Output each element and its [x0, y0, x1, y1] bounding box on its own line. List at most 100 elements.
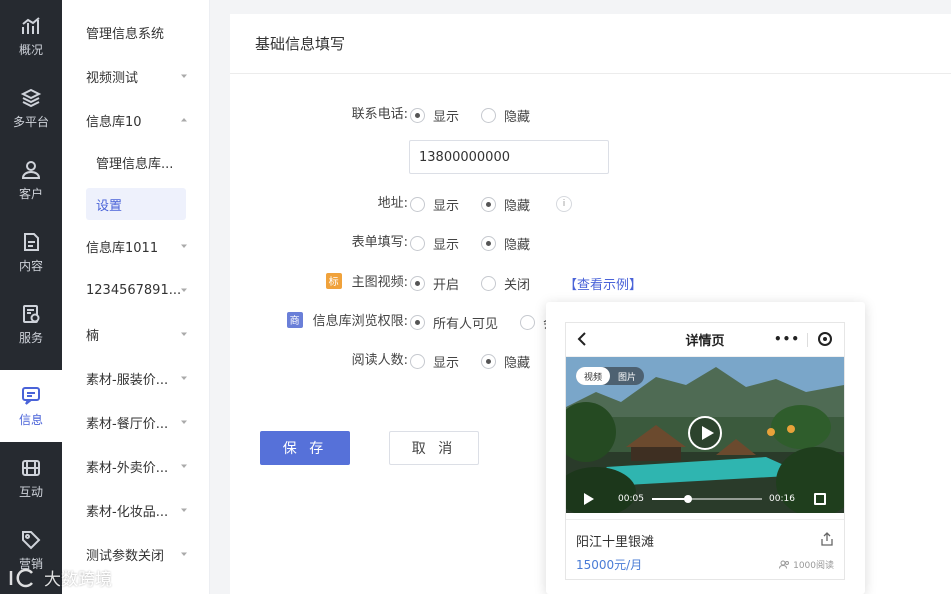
radio-label: 隐藏 — [504, 198, 531, 214]
chevron-down-icon — [181, 244, 187, 248]
subnav-item[interactable]: 信息库10 — [86, 104, 191, 136]
radio-dot — [520, 314, 536, 330]
subnav-item[interactable]: 1234567891... — [86, 274, 191, 306]
info-icon[interactable]: i — [556, 196, 573, 212]
readers-hide-radio[interactable]: 隐藏 — [481, 352, 530, 371]
chevron-down-icon — [181, 288, 187, 292]
radio-dot — [481, 235, 497, 251]
video-player[interactable]: 视频 图片 00:05 00:16 — [566, 357, 844, 513]
address-hide-radio[interactable]: 隐藏 — [481, 195, 530, 214]
subnav-label: 测试参数关闭 — [86, 548, 165, 564]
chevron-down-icon — [181, 332, 187, 336]
tab-image[interactable]: 图片 — [610, 367, 644, 385]
subnav-item[interactable]: 素材-外卖价... — [86, 450, 191, 482]
address-show-radio[interactable]: 显示 — [410, 195, 459, 214]
subnav-label: 1234567891... — [86, 282, 182, 298]
watermark-text: 大数跨境 — [44, 570, 112, 590]
chevron-down-icon — [181, 464, 187, 468]
chevron-down-icon — [181, 376, 187, 380]
subnav-item[interactable]: 信息库1011 — [86, 230, 191, 262]
video-off-radio[interactable]: 关闭 — [481, 274, 530, 293]
share-icon[interactable] — [820, 532, 834, 546]
radio-label: 显示 — [433, 355, 460, 371]
phone-input[interactable]: 13800000000 — [409, 140, 609, 174]
time-total: 00:16 — [769, 494, 795, 504]
subnav-label: 信息库1011 — [86, 240, 159, 256]
play-icon[interactable] — [688, 416, 722, 450]
subnav-item[interactable]: 素材-化妆品... — [86, 494, 191, 526]
radio-label: 隐藏 — [504, 237, 531, 253]
rail-item-multiplatform[interactable]: 多平台 — [0, 72, 62, 144]
rail-item-overview[interactable]: 概况 — [0, 0, 62, 72]
radio-dot — [410, 235, 425, 251]
video-on-radio[interactable]: 开启 — [410, 274, 459, 293]
address-row: 地址: 显示 隐藏 i — [230, 192, 951, 216]
play-small-icon[interactable] — [584, 493, 594, 505]
main-rail: 概况 多平台 客户 内容 服务 信息 互动 营销 — [0, 0, 62, 594]
listing-card: 阳江十里银滩 15000元/月 1000阅读 — [566, 519, 844, 579]
form-hide-radio[interactable]: 隐藏 — [481, 234, 530, 253]
rail-label: 内容 — [18, 258, 43, 273]
rail-label: 互动 — [18, 484, 43, 499]
interact-icon — [22, 459, 40, 476]
chevron-up-icon — [181, 118, 187, 122]
rail-item-content[interactable]: 内容 — [0, 216, 62, 288]
subnav-item[interactable]: 素材-餐厅价... — [86, 406, 191, 438]
view-example-link[interactable]: 【查看示例】 — [564, 274, 642, 293]
progress-knob[interactable] — [684, 495, 693, 503]
subnav-item[interactable]: 楠 — [86, 318, 191, 350]
back-icon[interactable] — [576, 331, 588, 347]
phone-show-radio[interactable]: 显示 — [410, 106, 459, 125]
chevron-down-icon — [181, 508, 187, 512]
user-icon — [21, 160, 41, 179]
listing-price: 15000元/月 — [576, 558, 643, 572]
close-target-icon[interactable] — [818, 332, 832, 346]
subnav-item[interactable]: 视频测试 — [86, 60, 191, 92]
radio-dot — [481, 196, 497, 212]
rail-item-service[interactable]: 服务 — [0, 288, 62, 360]
subnav-item[interactable]: 管理信息系统 — [86, 16, 191, 48]
radio-dot — [410, 107, 425, 123]
panel-title: 基础信息填写 — [230, 14, 951, 74]
subnav-child-settings[interactable]: 设置 — [86, 188, 186, 220]
media-tab-switch[interactable]: 视频 图片 — [576, 367, 645, 385]
radio-dot — [410, 314, 425, 330]
progress-track[interactable] — [652, 495, 762, 503]
subnav-child-manage[interactable]: 管理信息库... — [86, 146, 186, 178]
chevron-down-icon — [181, 552, 187, 556]
readers-show-radio[interactable]: 显示 — [410, 352, 459, 371]
permission-all-radio[interactable]: 所有人可见 — [410, 313, 498, 332]
rail-item-interact[interactable]: 互动 — [0, 442, 62, 514]
form-row: 表单填写: 显示 隐藏 — [230, 231, 951, 255]
phone-hide-radio[interactable]: 隐藏 — [481, 106, 530, 125]
layers-icon — [20, 88, 42, 107]
phone-nav-bar: 详情页 ••• — [566, 323, 844, 357]
subnav-label: 素材-餐厅价... — [86, 416, 169, 432]
rail-item-customer[interactable]: 客户 — [0, 144, 62, 216]
tag-icon — [22, 530, 41, 549]
divider — [807, 333, 808, 347]
tab-video[interactable]: 视频 — [576, 367, 611, 385]
sub-navigation: 管理信息系统 视频测试 信息库10 管理信息库... 设置 信息库1011 12… — [62, 0, 210, 594]
rail-label: 客户 — [18, 186, 43, 201]
badge-icon: 标 — [325, 272, 342, 289]
fullscreen-icon[interactable] — [814, 493, 826, 505]
more-icon[interactable]: ••• — [774, 332, 800, 346]
radio-dot — [410, 275, 425, 291]
permission-label: 信息库浏览权限: — [312, 314, 408, 329]
cancel-button[interactable]: 取 消 — [389, 431, 479, 465]
radio-label: 关闭 — [504, 277, 531, 293]
chart-icon — [22, 16, 40, 34]
subnav-child-label: 管理信息库... — [96, 156, 174, 172]
radio-label: 所有人可见 — [433, 316, 499, 332]
address-label: 地址: — [377, 196, 408, 211]
rail-item-info[interactable]: 信息 — [0, 370, 62, 442]
radio-dot — [481, 275, 497, 291]
watermark: 大数跨境 — [8, 565, 112, 590]
read-count-text: 1000阅读 — [793, 561, 834, 571]
subnav-item[interactable]: 素材-服装价... — [86, 362, 191, 394]
save-button[interactable]: 保 存 — [260, 431, 350, 465]
service-icon — [23, 304, 40, 323]
form-show-radio[interactable]: 显示 — [410, 234, 459, 253]
radio-label: 隐藏 — [504, 109, 531, 125]
